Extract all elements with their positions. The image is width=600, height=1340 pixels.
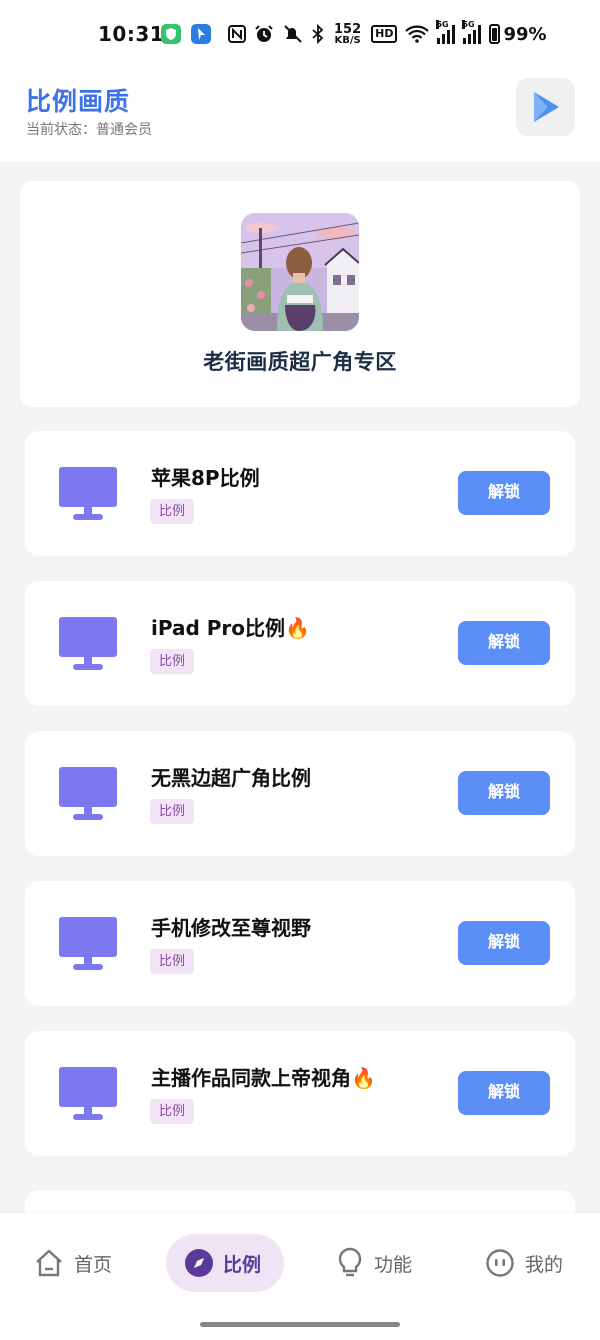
app-header: 比例画质 当前状态：普通会员 (0, 70, 600, 162)
network-speed: 152 KB/S (334, 22, 362, 46)
ratio-card[interactable]: 无黑边超广角比例 比例 解锁 (25, 731, 575, 856)
hd-voice-badge: HD (371, 25, 398, 43)
wifi-icon (405, 25, 430, 43)
home-icon (36, 1249, 62, 1277)
nav-item-ratio[interactable]: 比例 (166, 1234, 284, 1292)
unlock-button[interactable]: 解锁 (458, 921, 550, 965)
nav-label: 功能 (374, 1253, 413, 1276)
unlock-button[interactable]: 解锁 (458, 1071, 550, 1115)
monitor-icon (59, 767, 117, 820)
nav-label: 我的 (525, 1253, 564, 1276)
card-tag: 比例 (150, 949, 195, 974)
card-title: 主播作品同款上帝视角🔥 (151, 1066, 376, 1090)
battery-icon (489, 24, 501, 44)
nav-item-features[interactable]: 功能 (336, 1234, 412, 1292)
status-bar: 10:31 152 KB/S HD 5G 5G 99% (0, 0, 600, 70)
nav-label: 比例 (223, 1253, 262, 1276)
compass-icon (185, 1249, 213, 1277)
bottom-nav: 首页 比例 功能 我的 (0, 1213, 600, 1340)
card-title: 苹果8P比例 (151, 466, 260, 490)
navigation-app-icon (191, 24, 211, 44)
card-tag: 比例 (150, 1099, 195, 1124)
face-icon (486, 1249, 514, 1277)
unlock-button[interactable]: 解锁 (458, 771, 550, 815)
card-title: 无黑边超广角比例 (151, 766, 311, 790)
home-indicator[interactable] (200, 1322, 400, 1327)
ratio-card[interactable]: 主播作品同款上帝视角🔥 比例 解锁 (25, 1031, 575, 1156)
nav-item-home[interactable]: 首页 (34, 1234, 112, 1292)
unlock-button[interactable]: 解锁 (458, 621, 550, 665)
ratio-card[interactable]: 苹果8P比例 比例 解锁 (25, 431, 575, 556)
card-title: iPad Pro比例🔥 (151, 616, 310, 640)
mute-icon (284, 25, 302, 43)
monitor-icon (59, 1067, 117, 1120)
card-tag: 比例 (150, 649, 195, 674)
nfc-icon (228, 25, 246, 43)
card-tag: 比例 (150, 499, 195, 524)
bluetooth-icon (312, 24, 324, 44)
membership-status: 当前状态：普通会员 (26, 122, 152, 138)
unlock-button[interactable]: 解锁 (458, 471, 550, 515)
ratio-card[interactable]: 手机修改至尊视野 比例 解锁 (25, 881, 575, 1006)
card-tag: 比例 (150, 799, 195, 824)
banner-card[interactable]: 老街画质超广角专区 (20, 181, 580, 407)
play-button[interactable] (516, 78, 575, 136)
banner-title: 老街画质超广角专区 (203, 350, 397, 374)
nav-label: 首页 (74, 1253, 113, 1276)
battery-indicator: 99% (489, 24, 547, 45)
nav-item-profile[interactable]: 我的 (485, 1234, 563, 1292)
page-title: 比例画质 (26, 87, 131, 116)
banner-image (241, 213, 359, 331)
status-icons: 152 KB/S HD 5G 5G 99% (228, 20, 547, 47)
status-time: 10:31 (98, 22, 165, 46)
signal-icon: 5G (462, 20, 482, 44)
card-title: 手机修改至尊视野 (151, 916, 311, 940)
monitor-icon (59, 617, 117, 670)
monitor-icon (59, 467, 117, 520)
ratio-card[interactable]: iPad Pro比例🔥 比例 解锁 (25, 581, 575, 706)
monitor-icon (59, 917, 117, 970)
lightbulb-icon (338, 1247, 362, 1277)
play-triangle-icon (533, 92, 559, 122)
security-app-icon (161, 24, 181, 44)
alarm-icon (255, 25, 273, 42)
signal-icon: 5G (436, 20, 456, 44)
